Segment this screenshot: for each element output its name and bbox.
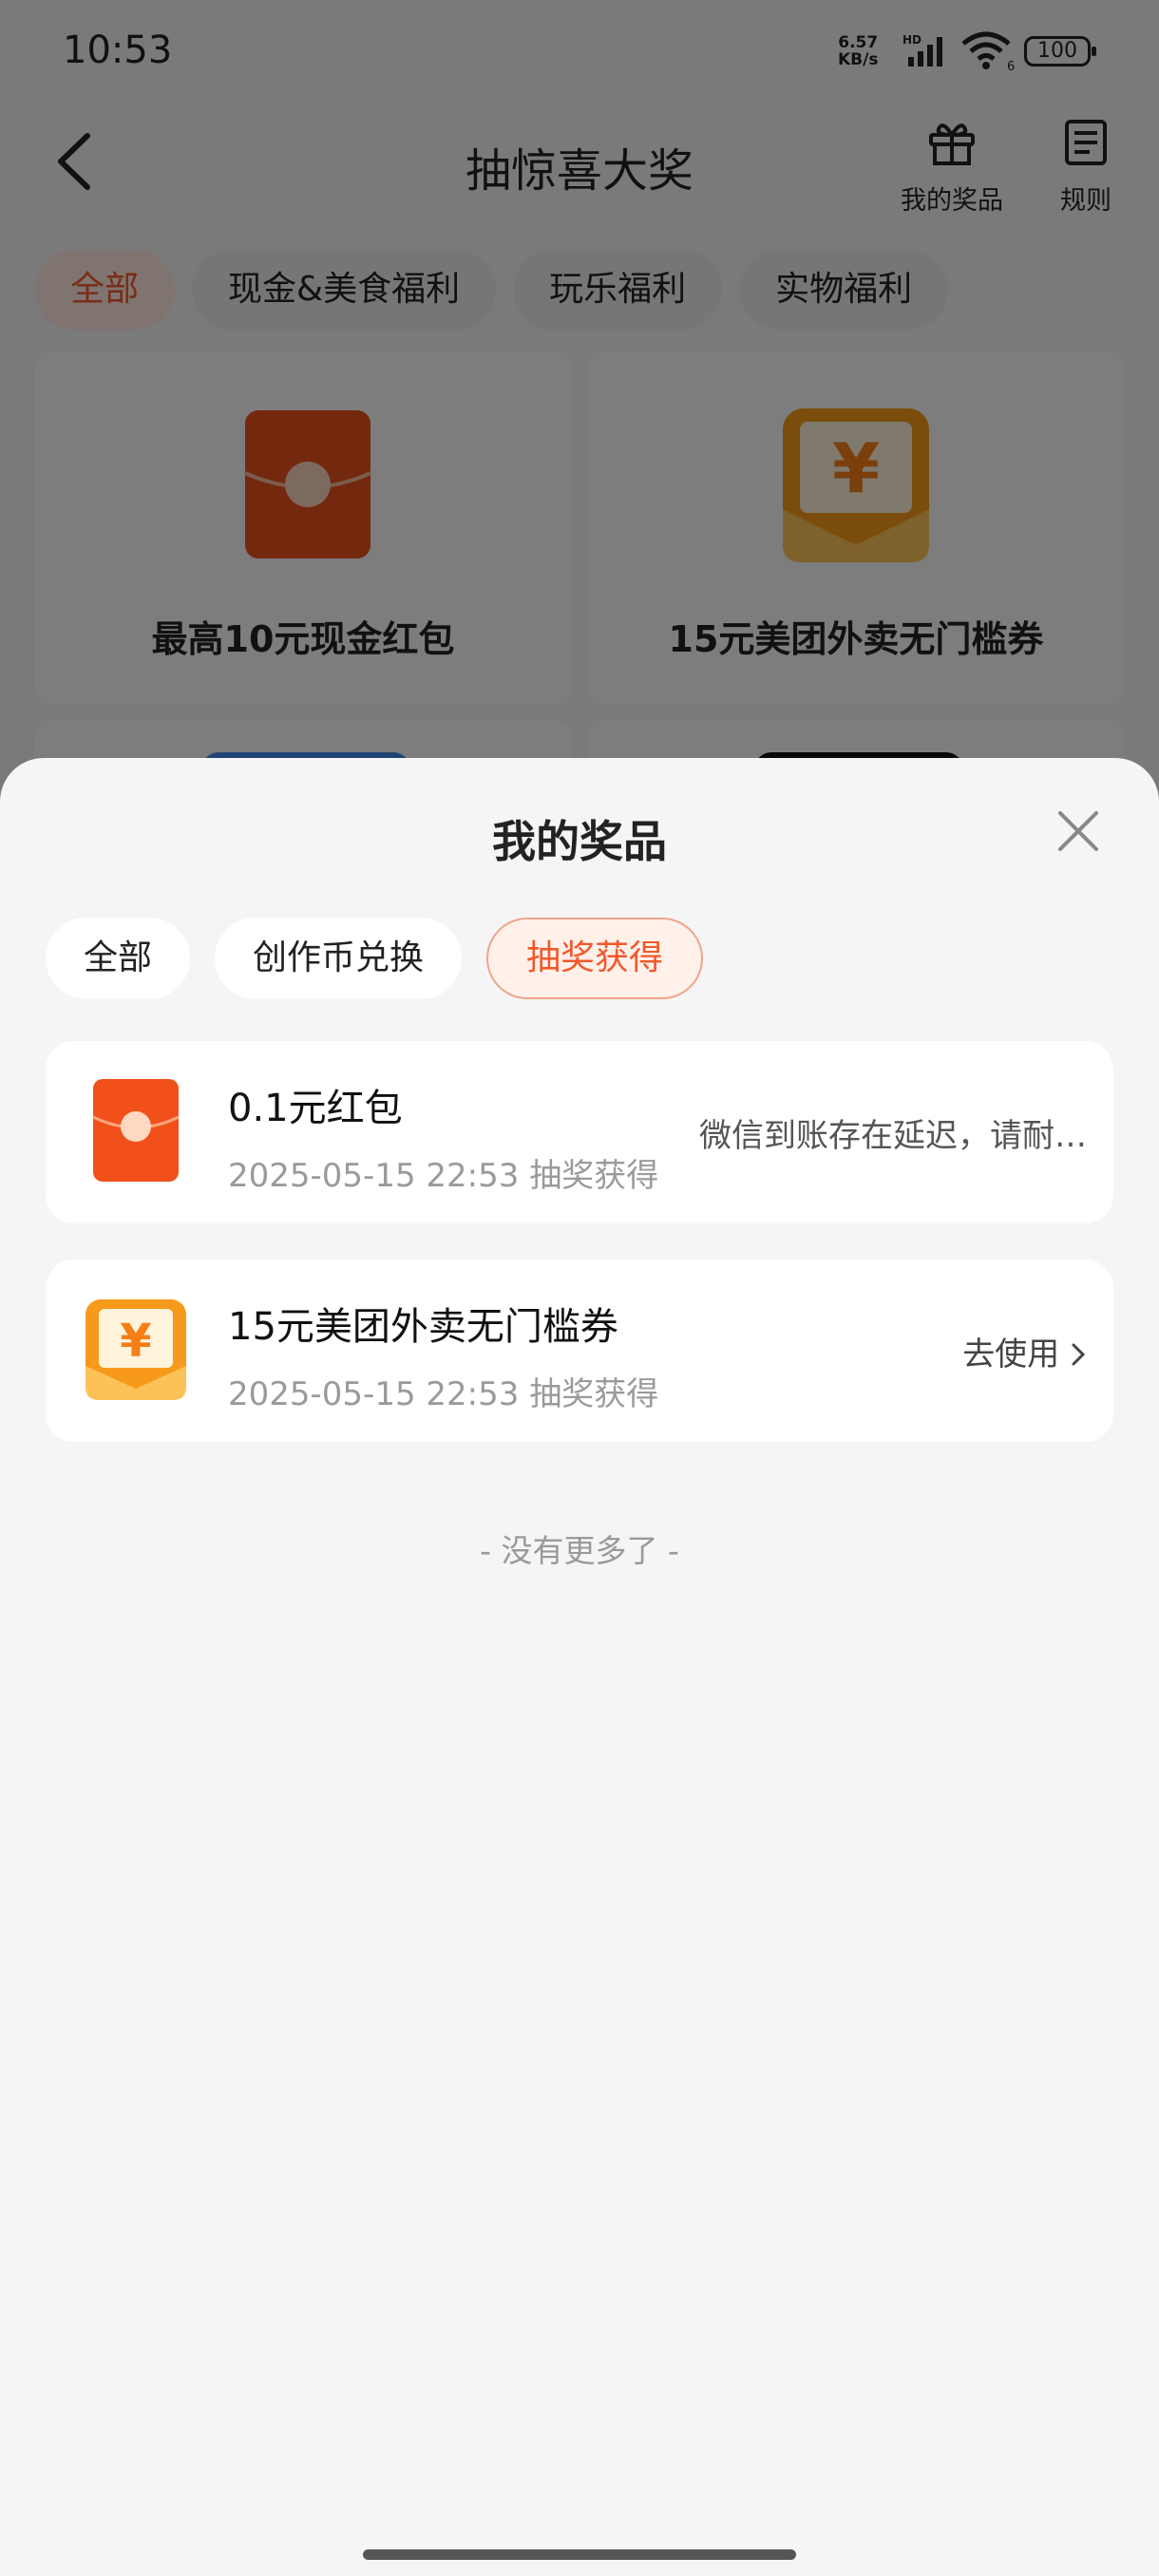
use-button-label: 去使用 (962, 1335, 1060, 1373)
close-icon[interactable] (1054, 807, 1102, 855)
sheet-title: 我的奖品 (492, 816, 667, 867)
prize-date: 2025-05-15 22:53 抽奖获得 (228, 1157, 659, 1195)
prize-name: 15元美团外卖无门槛券 (228, 1305, 618, 1349)
filter-tab-lottery[interactable]: 抽奖获得 (486, 918, 704, 999)
home-indicator[interactable] (363, 2549, 796, 2560)
chevron-right-icon (1072, 1343, 1086, 1366)
filter-tab-all[interactable]: 全部 (46, 918, 191, 999)
coupon-icon: ¥ (86, 1299, 186, 1400)
red-packet-icon (92, 1079, 180, 1182)
prize-status: 微信到账存在延迟，请耐… (699, 1117, 1087, 1155)
svg-text:¥: ¥ (120, 1315, 151, 1368)
prize-item[interactable]: ¥ 15元美团外卖无门槛券 2025-05-15 22:53 抽奖获得 去使用 (46, 1260, 1113, 1442)
use-button[interactable]: 去使用 (962, 1328, 1087, 1374)
no-more-text: - 没有更多了 - (480, 1532, 679, 1569)
filter-tab-coin-exchange[interactable]: 创作币兑换 (215, 918, 463, 999)
my-prizes-sheet: 我的奖品 全部 创作币兑换 抽奖获得 0.1元红包 2025-05-15 22:… (0, 758, 1159, 2576)
prize-item[interactable]: 0.1元红包 2025-05-15 22:53 抽奖获得 微信到账存在延迟，请耐… (46, 1041, 1113, 1223)
prize-date: 2025-05-15 22:53 抽奖获得 (228, 1375, 659, 1413)
prize-name: 0.1元红包 (228, 1087, 403, 1130)
modal-overlay[interactable] (0, 0, 1159, 836)
filter-tabs: 全部 创作币兑换 抽奖获得 (46, 918, 704, 999)
